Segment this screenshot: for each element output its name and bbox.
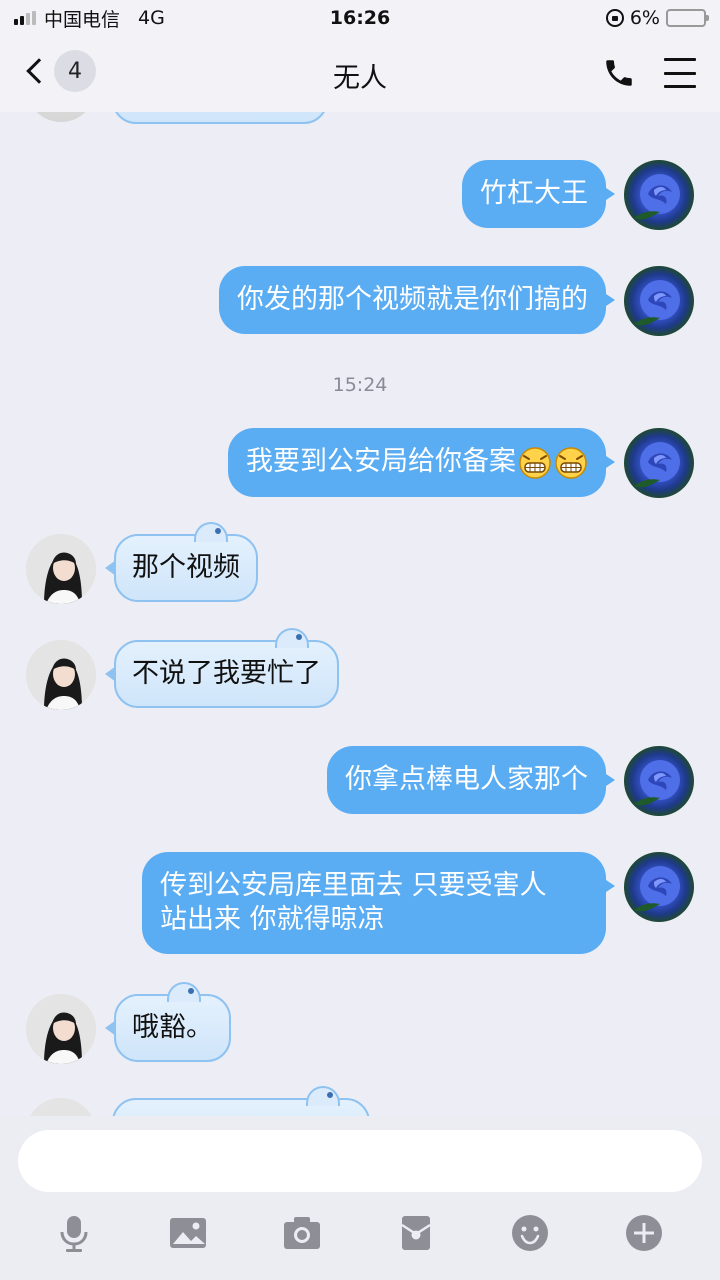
emoji-icon <box>512 1215 548 1251</box>
message-text: 传到公安局库里面去 只要受害人 <box>160 870 547 901</box>
blue-rose-icon <box>634 866 680 912</box>
camera-icon <box>284 1217 320 1249</box>
girl-portrait-icon <box>26 994 96 1064</box>
nav-bar: 4 无人 <box>0 36 720 112</box>
message-text: 竹杠大王 <box>480 178 588 209</box>
blue-rose-icon <box>634 280 680 326</box>
girl-portrait-icon <box>26 1098 96 1116</box>
microphone-button[interactable] <box>54 1212 94 1254</box>
message-text: 我要到公安局给你备案 <box>246 446 516 477</box>
image-icon <box>170 1218 206 1248</box>
girl-portrait-icon <box>26 640 96 710</box>
network-label: 4G <box>138 7 165 29</box>
contact-avatar[interactable] <box>26 1098 96 1116</box>
plus-icon <box>626 1215 662 1251</box>
chat-area[interactable]: 竹杠大王 你发的那个视频就是你们搞的 15:24 我要到公安局给你备案 那个视频… <box>0 112 720 1116</box>
outgoing-message[interactable]: 你拿点棒电人家那个 <box>327 746 615 814</box>
menu-icon[interactable] <box>664 58 696 88</box>
contact-avatar[interactable] <box>26 534 96 604</box>
my-avatar[interactable] <box>624 160 694 230</box>
message-input[interactable] <box>18 1130 702 1192</box>
my-avatar[interactable] <box>624 852 694 922</box>
plus-button[interactable] <box>624 1212 664 1254</box>
blue-rose-icon <box>634 760 680 806</box>
my-avatar[interactable] <box>624 266 694 336</box>
outgoing-message[interactable]: 传到公安局库里面去 只要受害人 站出来 你就得晾凉 <box>142 852 615 954</box>
carrier-label: 中国电信 <box>44 8 121 31</box>
outgoing-message[interactable]: 你发的那个视频就是你们搞的 <box>219 266 615 334</box>
my-avatar[interactable] <box>624 428 694 498</box>
grin-emoji-icon <box>555 446 587 479</box>
battery-icon <box>666 9 709 27</box>
red-packet-button[interactable] <box>396 1212 436 1254</box>
my-avatar[interactable] <box>624 746 694 816</box>
message-text: 哦豁。 <box>132 1012 213 1043</box>
outgoing-message[interactable]: 竹杠大王 <box>462 160 615 228</box>
status-left: 中国电信 4G <box>14 5 165 32</box>
message-text: 你拿点棒电人家那个 <box>345 764 588 795</box>
signal-icon <box>14 11 36 25</box>
message-text-line2: 站出来 你就得晾凉 <box>160 904 385 935</box>
emoji-button[interactable] <box>510 1212 550 1254</box>
status-right: 6% <box>605 7 709 29</box>
chevron-left-icon <box>26 58 52 84</box>
contact-avatar[interactable] <box>26 640 96 710</box>
chat-toolbar <box>0 1212 720 1260</box>
girl-portrait-icon <box>26 534 96 604</box>
battery-percent: 6% <box>629 7 660 29</box>
red-packet-icon <box>401 1216 431 1250</box>
rotation-lock-icon <box>605 9 624 27</box>
camera-button[interactable] <box>282 1212 322 1254</box>
input-area <box>0 1116 720 1280</box>
contact-avatar[interactable] <box>26 112 96 122</box>
grin-emoji-icon <box>519 446 551 479</box>
message-bubble-partial <box>112 1086 370 1116</box>
message-bubble-partial <box>112 112 328 124</box>
message-timestamp: 15:24 <box>332 374 388 396</box>
status-bar: 中国电信 4G 16:26 6% <box>0 0 720 36</box>
incoming-message[interactable]: 哦豁。 <box>105 982 231 1062</box>
microphone-icon <box>60 1216 88 1252</box>
blue-rose-icon <box>634 174 680 220</box>
blue-rose-icon <box>634 442 680 488</box>
unread-badge: 4 <box>54 50 96 92</box>
image-button[interactable] <box>168 1212 208 1254</box>
incoming-message[interactable]: 不说了我要忙了 <box>105 628 339 708</box>
back-button[interactable]: 4 <box>22 50 96 92</box>
incoming-message[interactable]: 那个视频 <box>105 522 258 602</box>
message-text: 那个视频 <box>132 552 240 583</box>
message-text: 不说了我要忙了 <box>132 658 321 689</box>
contact-avatar[interactable] <box>26 994 96 1064</box>
message-text: 你发的那个视频就是你们搞的 <box>237 284 588 315</box>
phone-icon[interactable] <box>602 56 636 90</box>
outgoing-message[interactable]: 我要到公安局给你备案 <box>228 428 615 497</box>
